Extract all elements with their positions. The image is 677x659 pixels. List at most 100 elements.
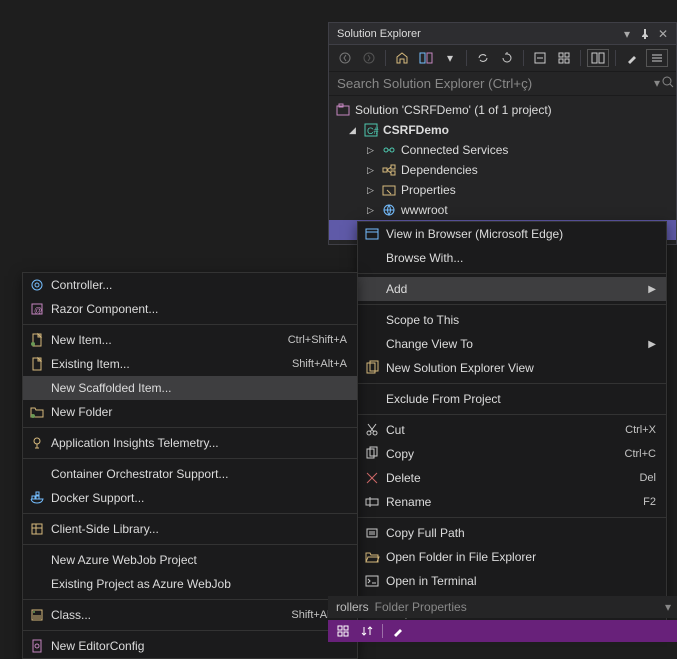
properties-header[interactable]: rollers Folder Properties ▾: [328, 596, 677, 618]
menu-item[interactable]: CopyCtrl+C: [358, 442, 666, 466]
menu-item[interactable]: Application Insights Telemetry...: [23, 431, 357, 455]
context-menu-primary[interactable]: View in Browser (Microsoft Edge)Browse W…: [357, 221, 667, 625]
search-input[interactable]: [329, 72, 676, 95]
properties-icon[interactable]: [622, 48, 642, 68]
expand-icon[interactable]: ◢: [349, 125, 359, 136]
editorconfig-icon: [23, 639, 51, 653]
dependencies-icon: [381, 162, 397, 178]
menu-item[interactable]: RenameF2: [358, 490, 666, 514]
menu-item-label: Scope to This: [386, 313, 656, 327]
menu-item[interactable]: Copy Full Path: [358, 521, 666, 545]
properties-node[interactable]: ▷ Properties: [329, 180, 676, 200]
menu-item[interactable]: Open in Terminal: [358, 569, 666, 593]
menu-item[interactable]: Existing Item...Shift+Alt+A: [23, 352, 357, 376]
menu-item-label: Existing Project as Azure WebJob: [51, 577, 347, 591]
delete-icon: [358, 471, 386, 485]
expand-icon[interactable]: ▷: [367, 205, 377, 216]
show-all-icon[interactable]: [554, 48, 574, 68]
menu-item[interactable]: Container Orchestrator Support...: [23, 462, 357, 486]
search-dropdown-icon[interactable]: ▾: [654, 76, 660, 90]
dropdown-icon[interactable]: ▾: [665, 600, 677, 614]
menu-item[interactable]: View in Browser (Microsoft Edge): [358, 222, 666, 246]
home-icon[interactable]: [392, 48, 412, 68]
menu-item-label: Class...: [51, 608, 291, 622]
menu-item-label: Add: [386, 282, 646, 296]
category-icon[interactable]: [334, 622, 352, 640]
solution-explorer-panel: Solution Explorer ▾ ✕ ▾ ▾: [328, 22, 677, 245]
back-icon[interactable]: [335, 48, 355, 68]
dependencies-node[interactable]: ▷ Dependencies: [329, 160, 676, 180]
menu-item[interactable]: Open Folder in File Explorer: [358, 545, 666, 569]
docker-icon: [23, 491, 51, 505]
switch-view-icon[interactable]: [416, 48, 436, 68]
menu-item-label: Delete: [386, 471, 639, 485]
menu-item[interactable]: Browse With...: [358, 246, 666, 270]
menu-item[interactable]: New Solution Explorer View: [358, 356, 666, 380]
folder-icon: [23, 405, 51, 419]
wrench-icon[interactable]: [389, 622, 407, 640]
menu-item[interactable]: New Folder: [23, 400, 357, 424]
expand-icon[interactable]: ▷: [367, 165, 377, 176]
menu-item-shortcut: Del: [639, 472, 656, 484]
menu-item[interactable]: CutCtrl+X: [358, 418, 666, 442]
menu-item[interactable]: Client-Side Library...: [23, 517, 357, 541]
context-menu-add[interactable]: Controller... @ Razor Component... New Item…: [22, 272, 358, 659]
forward-icon[interactable]: [359, 48, 379, 68]
menu-item[interactable]: Exclude From Project: [358, 387, 666, 411]
project-node[interactable]: ◢ C# CSRFDemo: [329, 120, 676, 140]
globe-icon: [381, 202, 397, 218]
pin-icon[interactable]: [636, 25, 654, 43]
app-insights-icon: [23, 436, 51, 450]
menu-item[interactable]: New Item...Ctrl+Shift+A: [23, 328, 357, 352]
menu-item-shortcut: F2: [643, 496, 656, 508]
menu-item-label: Open in Terminal: [386, 574, 656, 588]
svg-text:C#: C#: [367, 126, 379, 136]
menu-item-shortcut: Ctrl+X: [625, 424, 656, 436]
svg-text:@: @: [34, 306, 42, 315]
menu-item-label: Existing Item...: [51, 357, 292, 371]
menu-item-shortcut: Ctrl+C: [625, 448, 656, 460]
menu-item[interactable]: New Azure WebJob Project: [23, 548, 357, 572]
sync-icon[interactable]: [473, 48, 493, 68]
menu-item[interactable]: Controller...: [23, 273, 357, 297]
menu-item[interactable]: Docker Support...: [23, 486, 357, 510]
rename-icon: [358, 495, 386, 509]
connected-services-node[interactable]: ▷ Connected Services: [329, 140, 676, 160]
menu-item[interactable]: New EditorConfig: [23, 634, 357, 658]
menu-item-label: New Folder: [51, 405, 347, 419]
menu-item[interactable]: Existing Project as Azure WebJob: [23, 572, 357, 596]
solution-icon: [335, 102, 351, 118]
refresh-icon[interactable]: [497, 48, 517, 68]
preview-icon[interactable]: [587, 49, 609, 67]
view-icon[interactable]: [646, 49, 668, 67]
menu-item[interactable]: Change View To▶: [358, 332, 666, 356]
menu-item-label: Rename: [386, 495, 643, 509]
search-row: ▾: [329, 72, 676, 96]
expand-icon[interactable]: ▷: [367, 185, 377, 196]
dropdown-icon[interactable]: ▾: [618, 25, 636, 43]
copy-path-icon: [358, 526, 386, 540]
menu-item[interactable]: New Scaffolded Item...: [23, 376, 357, 400]
menu-item[interactable]: @ Razor Component...: [23, 297, 357, 321]
collapse-icon[interactable]: [530, 48, 550, 68]
menu-item-label: Open Folder in File Explorer: [386, 550, 656, 564]
menu-item-label: Controller...: [51, 278, 347, 292]
browser-icon: [358, 227, 386, 241]
close-icon[interactable]: ✕: [654, 25, 672, 43]
sort-icon[interactable]: [358, 622, 376, 640]
status-bar: [328, 620, 677, 642]
menu-item[interactable]: Scope to This: [358, 308, 666, 332]
menu-item-label: Razor Component...: [51, 302, 347, 316]
solution-node[interactable]: Solution 'CSRFDemo' (1 of 1 project): [329, 100, 676, 120]
wwwroot-node[interactable]: ▷ wwwroot: [329, 200, 676, 220]
menu-item-label: Copy Full Path: [386, 526, 656, 540]
menu-item[interactable]: Class...Shift+Alt+C: [23, 603, 357, 627]
menu-separator: [358, 414, 666, 415]
expand-icon[interactable]: ▷: [367, 145, 377, 156]
search-icon[interactable]: [662, 76, 674, 91]
filter-icon[interactable]: ▾: [440, 48, 460, 68]
menu-item[interactable]: DeleteDel: [358, 466, 666, 490]
menu-separator: [23, 427, 357, 428]
menu-item-label: New Azure WebJob Project: [51, 553, 347, 567]
menu-item[interactable]: Add▶: [358, 277, 666, 301]
